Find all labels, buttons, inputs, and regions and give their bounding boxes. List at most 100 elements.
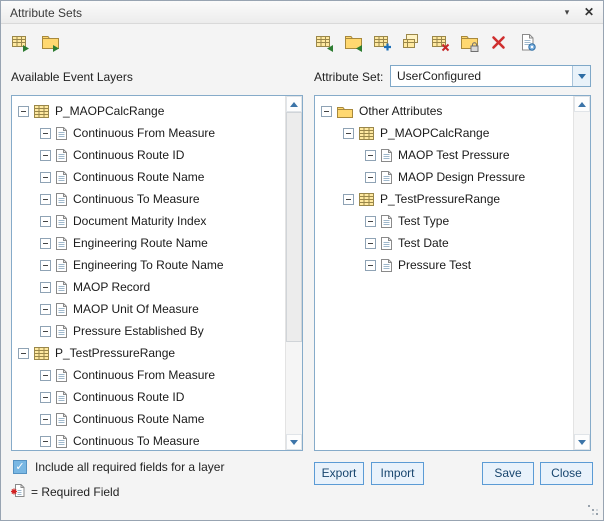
collapse-toggle[interactable]	[40, 238, 51, 249]
collapse-toggle[interactable]	[40, 436, 51, 447]
tree-item-p-maopcalcrange[interactable]: P_MAOPCalcRange	[12, 100, 285, 122]
tree-item-label: Document Maturity Index	[73, 214, 206, 228]
tree-item-continuous-route-name[interactable]: Continuous Route Name	[12, 166, 285, 188]
collapse-toggle[interactable]	[40, 128, 51, 139]
tree-item-continuous-to-measure[interactable]: Continuous To Measure	[12, 430, 285, 450]
close-icon[interactable]: ✕	[579, 1, 599, 24]
collapse-toggle[interactable]	[343, 128, 354, 139]
copy-set-icon[interactable]	[401, 32, 421, 52]
collapse-toggle[interactable]	[40, 172, 51, 183]
delete-set-icon[interactable]	[430, 32, 450, 52]
attribute-set-combobox[interactable]: UserConfigured	[390, 65, 591, 87]
tree-item-maop-test-pressure[interactable]: MAOP Test Pressure	[315, 144, 573, 166]
tree-item-label: P_MAOPCalcRange	[55, 104, 164, 118]
scrollbar-thumb[interactable]	[286, 112, 302, 342]
collapse-toggle[interactable]	[40, 304, 51, 315]
collapse-toggle[interactable]	[18, 106, 29, 117]
tree-item-label: Continuous From Measure	[73, 126, 215, 140]
collapse-toggle[interactable]	[18, 348, 29, 359]
collapse-toggle[interactable]	[40, 194, 51, 205]
tree-item-label: Continuous To Measure	[73, 192, 200, 206]
tree-item-label: Pressure Established By	[73, 324, 204, 338]
tree-item-continuous-route-id[interactable]: Continuous Route ID	[12, 144, 285, 166]
tree-item-test-type[interactable]: Test Type	[315, 210, 573, 232]
tree-item-continuous-route-id[interactable]: Continuous Route ID	[12, 386, 285, 408]
collapse-toggle[interactable]	[40, 150, 51, 161]
tree-item-label: P_TestPressureRange	[55, 346, 175, 360]
tree-item-test-date[interactable]: Test Date	[315, 232, 573, 254]
collapse-toggle[interactable]	[40, 282, 51, 293]
scroll-up-icon[interactable]	[286, 96, 302, 112]
add-layer-icon[interactable]	[10, 32, 30, 52]
tree-item-maop-unit-of-measure[interactable]: MAOP Unit Of Measure	[12, 298, 285, 320]
close-button[interactable]: Close	[540, 462, 593, 485]
tree-item-continuous-from-measure[interactable]: Continuous From Measure	[12, 364, 285, 386]
collapse-toggle[interactable]	[365, 150, 376, 161]
available-layers-panel: P_MAOPCalcRange Continuous From Measure Co…	[11, 95, 303, 451]
tree-item-other-attributes[interactable]: Other Attributes	[315, 100, 573, 122]
include-required-checkbox[interactable]: ✓	[13, 460, 27, 474]
tree-item-p-testpressurerange[interactable]: P_TestPressureRange	[12, 342, 285, 364]
collapse-toggle[interactable]	[40, 392, 51, 403]
collapse-toggle[interactable]	[365, 216, 376, 227]
required-field-label: = Required Field	[31, 485, 119, 499]
collapse-toggle[interactable]	[365, 260, 376, 271]
resize-grip[interactable]	[588, 505, 590, 507]
scroll-up-icon[interactable]	[574, 96, 590, 112]
tree-item-label: Continuous Route ID	[73, 390, 184, 404]
collapse-toggle[interactable]	[365, 172, 376, 183]
combobox-value: UserConfigured	[391, 66, 572, 86]
remove-from-set-icon[interactable]	[314, 32, 334, 52]
page-icon	[56, 281, 67, 294]
collapse-toggle[interactable]	[321, 106, 332, 117]
right-scrollbar[interactable]	[573, 96, 590, 450]
tree-item-continuous-route-name[interactable]: Continuous Route Name	[12, 408, 285, 430]
tree-item-label: Other Attributes	[359, 104, 442, 118]
tree-item-engineering-to-route-name[interactable]: Engineering To Route Name	[12, 254, 285, 276]
left-scrollbar[interactable]	[285, 96, 302, 450]
collapse-toggle[interactable]	[40, 370, 51, 381]
tree-item-label: Engineering Route Name	[73, 236, 208, 250]
collapse-toggle[interactable]	[40, 260, 51, 271]
tree-item-label: P_TestPressureRange	[380, 192, 500, 206]
tree-item-p-maopcalcrange[interactable]: P_MAOPCalcRange	[315, 122, 573, 144]
tree-item-document-maturity-index[interactable]: Document Maturity Index	[12, 210, 285, 232]
scroll-down-icon[interactable]	[574, 434, 590, 450]
table-icon	[34, 347, 49, 360]
tree-item-continuous-to-measure[interactable]: Continuous To Measure	[12, 188, 285, 210]
available-layers-tree: P_MAOPCalcRange Continuous From Measure Co…	[12, 96, 285, 450]
page-icon	[56, 325, 67, 338]
page-icon	[381, 171, 392, 184]
tree-item-label: MAOP Unit Of Measure	[73, 302, 199, 316]
remove-all-icon[interactable]	[343, 32, 363, 52]
tree-item-maop-record[interactable]: MAOP Record	[12, 276, 285, 298]
chevron-down-icon[interactable]	[572, 66, 590, 86]
collapse-toggle[interactable]	[40, 216, 51, 227]
save-button[interactable]: Save	[482, 462, 534, 485]
page-icon	[56, 259, 67, 272]
window-menu-icon[interactable]: ▾	[557, 1, 577, 24]
toolbar-right	[314, 32, 537, 52]
attribute-set-panel: Other Attributes P_MAOPCalcRangeMAOP Test…	[314, 95, 591, 451]
tree-item-continuous-from-measure[interactable]: Continuous From Measure	[12, 122, 285, 144]
tree-item-engineering-route-name[interactable]: Engineering Route Name	[12, 232, 285, 254]
tree-item-pressure-test[interactable]: Pressure Test	[315, 254, 573, 276]
tree-item-p-testpressurerange[interactable]: P_TestPressureRange	[315, 188, 573, 210]
delete-icon[interactable]	[488, 32, 508, 52]
scroll-down-icon[interactable]	[286, 434, 302, 450]
page-icon	[56, 193, 67, 206]
collapse-toggle[interactable]	[365, 238, 376, 249]
set-properties-icon[interactable]	[517, 32, 537, 52]
required-field-legend: = Required Field	[10, 483, 119, 501]
import-button[interactable]: Import	[371, 462, 424, 485]
page-icon	[381, 149, 392, 162]
new-set-icon[interactable]	[372, 32, 392, 52]
add-all-layers-icon[interactable]	[40, 32, 60, 52]
collapse-toggle[interactable]	[343, 194, 354, 205]
save-set-icon[interactable]	[459, 32, 479, 52]
collapse-toggle[interactable]	[40, 326, 51, 337]
tree-item-maop-design-pressure[interactable]: MAOP Design Pressure	[315, 166, 573, 188]
collapse-toggle[interactable]	[40, 414, 51, 425]
tree-item-pressure-established-by[interactable]: Pressure Established By	[12, 320, 285, 342]
export-button[interactable]: Export	[314, 462, 364, 485]
